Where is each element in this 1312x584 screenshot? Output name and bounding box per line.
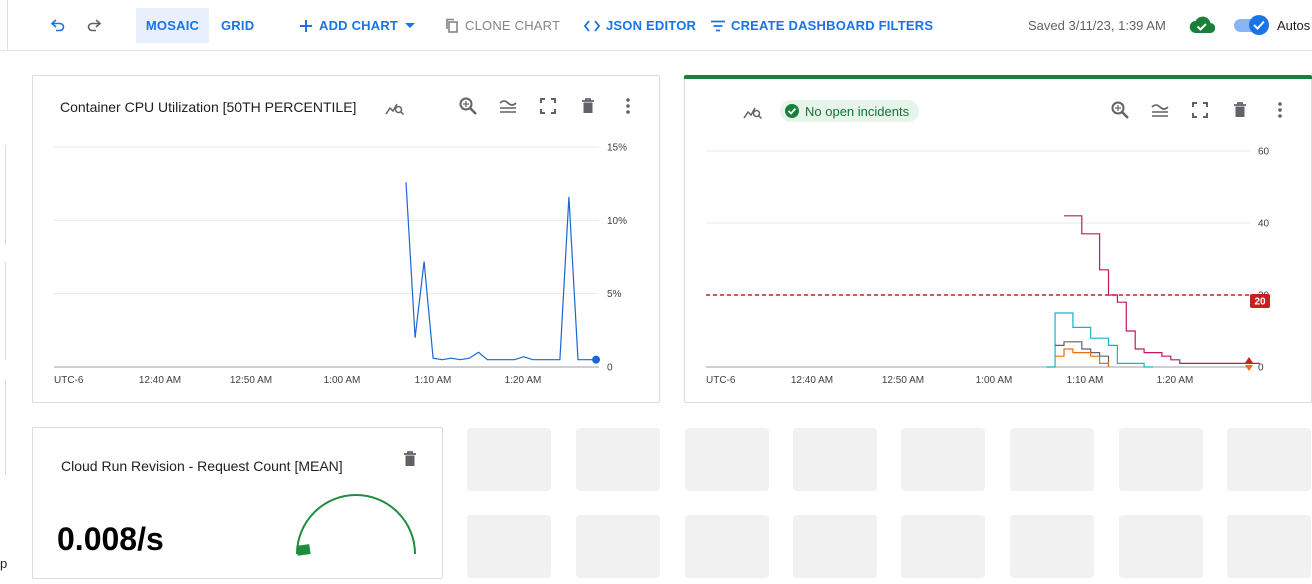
series-end-point	[592, 355, 601, 364]
cpu-line-chart: 15% 10% 5% 0 UTC-6 12:40 AM 12:50 AM 1:00 AM 1:1…	[54, 143, 627, 386]
incidents-chart-card: No open incidents 6040200UTC-612:40 AM12…	[684, 75, 1312, 403]
delete-icon[interactable]	[398, 447, 422, 471]
x-tick-label: 12:50 AM	[230, 375, 272, 386]
y-tick-label: 0	[607, 363, 613, 374]
side-panel-text: p	[0, 556, 8, 571]
autosave-toggle[interactable]	[1234, 15, 1270, 35]
y-tick-label: 40	[1258, 219, 1270, 230]
check-icon	[1253, 20, 1265, 30]
empty-tile	[901, 515, 985, 578]
request-count-card: Cloud Run Revision - Request Count [MEAN…	[32, 427, 443, 579]
x-tick-label: 12:40 AM	[139, 375, 181, 386]
grid-label: GRID	[221, 18, 255, 33]
empty-tile	[1119, 515, 1203, 578]
cloud-saved-icon	[1189, 15, 1216, 40]
cpu-utilization-chart-card: Container CPU Utilization [50TH PERCENTI…	[32, 75, 660, 403]
json-editor-button[interactable]: JSON EDITOR	[584, 8, 696, 43]
x-tick-label: UTC-6	[706, 375, 736, 386]
y-tick-label: 10%	[607, 216, 627, 227]
x-tick-label: 12:50 AM	[882, 375, 924, 386]
threshold-label: 20	[1254, 297, 1266, 308]
mosaic-layout-button[interactable]: MOSAIC	[136, 8, 209, 43]
empty-tile	[685, 428, 769, 491]
empty-tile	[793, 428, 877, 491]
caret-down-icon	[405, 22, 416, 28]
empty-tile	[467, 428, 551, 491]
empty-tile	[1010, 428, 1094, 491]
undo-icon[interactable]	[47, 14, 69, 36]
json-editor-label: JSON EDITOR	[606, 18, 697, 33]
side-panel-edge	[0, 380, 6, 475]
create-filters-label: CREATE DASHBOARD FILTERS	[731, 18, 934, 33]
x-tick-label: 1:20 AM	[505, 375, 542, 386]
clone-chart-button[interactable]: CLONE CHART	[445, 8, 560, 43]
clone-chart-label: CLONE CHART	[465, 18, 561, 33]
grid-layout-button[interactable]: GRID	[221, 8, 254, 43]
empty-tile	[467, 515, 551, 578]
x-tick-label: 1:00 AM	[976, 375, 1013, 386]
gauge-arc	[296, 494, 416, 555]
y-tick-label: 5%	[607, 289, 622, 300]
empty-tile	[1010, 515, 1094, 578]
x-tick-label: 1:20 AM	[1157, 375, 1194, 386]
empty-tile	[1227, 428, 1311, 491]
y-tick-label: 15%	[607, 143, 627, 154]
code-icon	[584, 19, 600, 32]
empty-tile	[685, 515, 769, 578]
copy-icon	[446, 18, 458, 33]
side-panel-edge	[0, 145, 6, 245]
empty-tile	[576, 428, 660, 491]
series-line	[1064, 215, 1260, 364]
mosaic-label: MOSAIC	[145, 18, 200, 33]
x-tick-label: 1:00 AM	[324, 375, 361, 386]
empty-tile	[576, 515, 660, 578]
dashboard-toolbar: MOSAIC GRID ADD CHART CLONE CHART JSON E…	[0, 0, 1312, 51]
gauge-needle	[296, 544, 311, 556]
empty-tile	[793, 515, 877, 578]
y-tick-label: 60	[1258, 147, 1270, 158]
saved-status: Saved 3/11/23, 1:39 AM	[1028, 18, 1166, 33]
toolbar-divider	[7, 0, 8, 51]
plus-icon	[300, 19, 312, 32]
incidents-line-chart: 60 40 20 0 UTC-6 12:40 AM 12:50 AM 1:00 AM 1:10 …	[706, 147, 1270, 386]
filter-icon	[711, 20, 725, 31]
add-chart-button[interactable]: ADD CHART	[299, 8, 416, 43]
empty-tile	[901, 428, 985, 491]
scorecard-title: Cloud Run Revision - Request Count [MEAN…	[61, 458, 343, 474]
x-tick-label: 1:10 AM	[415, 375, 452, 386]
y-tick-label: 0	[1258, 363, 1264, 374]
redo-icon[interactable]	[83, 14, 105, 36]
create-dashboard-filters-button[interactable]: CREATE DASHBOARD FILTERS	[711, 8, 933, 43]
autosave-label: Autos	[1277, 18, 1311, 33]
series-line	[405, 182, 596, 361]
x-tick-label: 1:10 AM	[1067, 375, 1104, 386]
gauge	[296, 494, 416, 556]
add-chart-label: ADD CHART	[319, 18, 399, 33]
alert-marker-up	[1245, 357, 1253, 363]
empty-tile	[1227, 515, 1311, 578]
side-panel-edge	[0, 262, 6, 360]
scorecard-value: 0.008/s	[57, 521, 164, 557]
empty-tile	[1119, 428, 1203, 491]
toggle-knob	[1249, 15, 1269, 35]
series-line	[1055, 348, 1110, 367]
x-tick-label: UTC-6	[54, 375, 84, 386]
x-tick-label: 12:40 AM	[791, 375, 833, 386]
alert-marker-down	[1245, 365, 1253, 371]
